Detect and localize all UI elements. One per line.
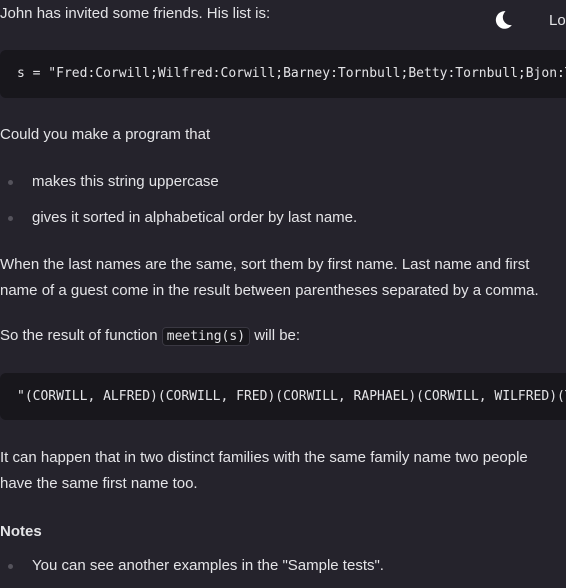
bullet-dot: [8, 216, 13, 221]
result-paragraph: So the result of function meeting(s) wil…: [0, 323, 566, 350]
code-block-input: s = "Fred:Corwill;Wilfred:Corwill;Barney…: [0, 50, 566, 98]
result-suffix: will be:: [250, 327, 301, 344]
list-item: gives it sorted in alphabetical order by…: [32, 209, 358, 226]
code-block-output: "(CORWILL, ALFRED)(CORWILL, FRED)(CORWIL…: [0, 373, 566, 420]
result-prefix: So the result of function: [0, 327, 162, 344]
sort-paragraph-line1: When the last names are the same, sort t…: [0, 256, 530, 273]
code-output-text: "(CORWILL, ALFRED)(CORWILL, FRED)(CORWIL…: [17, 389, 566, 404]
bullet-dot: [8, 564, 13, 569]
ask-text: Could you make a program that: [0, 126, 211, 143]
intro-text: John has invited some friends. His list …: [0, 5, 271, 22]
inline-code-meeting: meeting(s): [161, 327, 251, 346]
bullet-dot: [8, 180, 13, 185]
same-name-paragraph-line1: It can happen that in two distinct famil…: [0, 449, 528, 466]
list-item: makes this string uppercase: [32, 173, 219, 190]
notes-heading: Notes: [0, 523, 42, 540]
code-input-text: s = "Fred:Corwill;Wilfred:Corwill;Barney…: [17, 66, 566, 81]
list-item: You can see another examples in the "Sam…: [32, 557, 384, 574]
same-name-paragraph-line2: have the same first name too.: [0, 475, 198, 492]
sort-paragraph-line2: name of a guest come in the result betwe…: [0, 282, 539, 299]
